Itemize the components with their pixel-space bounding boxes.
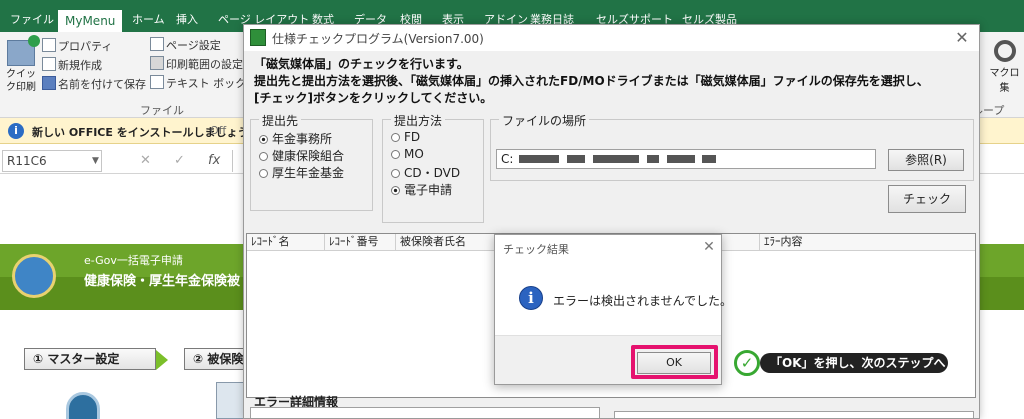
quick-access-toolbar bbox=[0, 0, 1024, 8]
printer-icon bbox=[7, 35, 40, 66]
egov-subtitle: e-Gov一括電子申請 bbox=[84, 254, 183, 267]
error-detail-box-right bbox=[614, 411, 974, 418]
close-icon[interactable]: ✕ bbox=[949, 27, 975, 49]
ribbon-page-setup[interactable]: ページ設定 bbox=[166, 37, 221, 53]
column-record-number[interactable]: ﾚｺｰﾄﾞ番号 bbox=[325, 234, 396, 251]
radio-icon bbox=[259, 152, 268, 161]
ribbon-print-area[interactable]: 印刷範囲の設定 bbox=[166, 56, 243, 72]
instruction-line-2: 提出先と提出方法を選択後、「磁気媒体届」の挿入されたFD/MOドライブまたは「磁… bbox=[254, 74, 929, 88]
dialog-title: 仕様チェックプログラム(Version7.00) bbox=[272, 32, 484, 46]
info-icon: i bbox=[8, 123, 24, 139]
close-icon[interactable]: ✕ bbox=[699, 237, 719, 257]
tab-file[interactable]: ファイル bbox=[10, 8, 54, 32]
step-master-settings[interactable]: ① マスター設定 bbox=[24, 348, 168, 370]
properties-icon bbox=[42, 38, 56, 52]
check-result-title: チェック結果 bbox=[503, 243, 569, 256]
radio-icon bbox=[391, 150, 400, 159]
egov-title: 健康保険・厚生年金保険被 bbox=[84, 274, 241, 289]
ribbon-new[interactable]: 新規作成 bbox=[58, 57, 102, 73]
radio-fd[interactable]: FD bbox=[391, 130, 420, 144]
person-icon bbox=[66, 392, 100, 419]
globe-icon bbox=[12, 254, 56, 298]
enter-icon[interactable]: ✓ bbox=[174, 150, 185, 172]
radio-selected-icon bbox=[259, 135, 268, 144]
column-record-name[interactable]: ﾚｺｰﾄﾞ名 bbox=[247, 234, 325, 251]
file-path-input[interactable]: C: bbox=[496, 149, 876, 169]
submit-to-label: 提出先 bbox=[259, 112, 302, 129]
check-button[interactable]: チェック bbox=[888, 185, 966, 213]
new-document-icon bbox=[42, 57, 56, 71]
radio-mo[interactable]: MO bbox=[391, 147, 424, 161]
check-result-message: エラーは検出されませんでした。 bbox=[553, 294, 733, 308]
radio-icon bbox=[259, 169, 268, 178]
text-box-icon bbox=[150, 75, 164, 89]
instruction-line-3: [チェック]ボタンをクリックしてください。 bbox=[254, 91, 493, 105]
macro-gear-icon bbox=[993, 40, 1016, 62]
document-thumbnail bbox=[216, 382, 244, 419]
message-bar-extra: Off bbox=[210, 124, 227, 137]
submit-to-group: 提出先 年金事務所 健康保険組合 厚生年金基金 bbox=[250, 112, 373, 211]
tab-mymenu[interactable]: MyMenu bbox=[58, 10, 123, 32]
quick-print-label: クイック印刷 bbox=[6, 69, 36, 93]
macro-collection-button[interactable]: マクロ集 bbox=[985, 40, 1024, 94]
ribbon-properties[interactable]: プロパティ bbox=[58, 38, 112, 54]
cancel-icon[interactable]: ✕ bbox=[140, 150, 151, 172]
radio-health-insurance-union[interactable]: 健康保険組合 bbox=[259, 147, 344, 164]
info-icon: i bbox=[519, 286, 543, 310]
radio-selected-icon bbox=[391, 186, 400, 195]
instruction-line-1: 「磁気媒体届」のチェックを行います。 bbox=[254, 57, 469, 71]
file-location-label: ファイルの場所 bbox=[499, 112, 590, 129]
step-insured[interactable]: ② 被保険 bbox=[184, 348, 246, 370]
redacted-path bbox=[519, 155, 560, 163]
name-box[interactable]: R11C6 bbox=[2, 150, 102, 172]
callout-text: 「OK」を押し、次のステップへ bbox=[760, 353, 948, 373]
error-detail-box bbox=[250, 407, 600, 418]
instruction-callout: 「OK」を押し、次のステップへ ✓ bbox=[734, 350, 948, 376]
app-icon bbox=[250, 29, 266, 46]
ok-highlight-box bbox=[631, 345, 718, 379]
fx-icon[interactable]: fx bbox=[208, 150, 220, 172]
radio-icon bbox=[391, 169, 400, 178]
dialog-titlebar[interactable]: 仕様チェックプログラム(Version7.00) ✕ bbox=[244, 25, 979, 51]
radio-pension-fund[interactable]: 厚生年金基金 bbox=[259, 164, 344, 181]
tab-home[interactable]: ホーム bbox=[132, 8, 165, 32]
save-as-icon bbox=[42, 76, 56, 90]
print-area-icon bbox=[150, 56, 164, 70]
ribbon-save-as[interactable]: 名前を付けて保存 bbox=[58, 76, 146, 92]
radio-pension-office[interactable]: 年金事務所 bbox=[259, 130, 332, 147]
quick-print-button[interactable]: クイック印刷 bbox=[4, 35, 40, 94]
column-error-content[interactable]: ｴﾗｰ内容 bbox=[760, 234, 975, 251]
method-label: 提出方法 bbox=[391, 112, 446, 129]
checkmark-icon: ✓ bbox=[734, 350, 760, 376]
tab-insert[interactable]: 挿入 bbox=[176, 8, 198, 32]
chevron-down-icon[interactable]: ▼ bbox=[92, 150, 99, 172]
radio-icon bbox=[391, 133, 400, 142]
radio-e-application[interactable]: 電子申請 bbox=[391, 181, 452, 198]
method-group: 提出方法 FD MO CD・DVD 電子申請 bbox=[382, 112, 484, 223]
browse-button[interactable]: 参照(R) bbox=[888, 149, 964, 171]
page-setup-icon bbox=[150, 37, 164, 51]
ribbon-group-file-label: ファイル bbox=[140, 104, 184, 117]
macro-label: マクロ集 bbox=[989, 68, 1020, 94]
radio-cd-dvd[interactable]: CD・DVD bbox=[391, 164, 460, 181]
